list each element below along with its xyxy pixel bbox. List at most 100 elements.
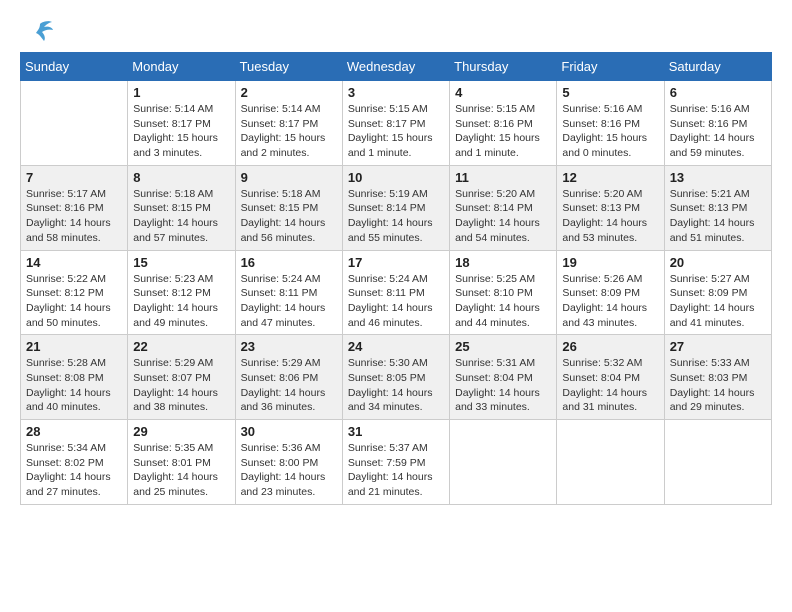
calendar-cell: 12Sunrise: 5:20 AM Sunset: 8:13 PM Dayli… [557, 165, 664, 250]
calendar-cell: 23Sunrise: 5:29 AM Sunset: 8:06 PM Dayli… [235, 335, 342, 420]
calendar-table: SundayMondayTuesdayWednesdayThursdayFrid… [20, 52, 772, 505]
calendar-cell: 17 Sunrise: 5:24 AM Sunset: 8:11 PM Dayli… [342, 250, 449, 335]
calendar-cell: 30Sunrise: 5:36 AM Sunset: 8:00 PM Dayli… [235, 420, 342, 505]
calendar-cell: 24 Sunrise: 5:30 AM Sunset: 8:05 PM Dayli… [342, 335, 449, 420]
day-number: 20 [670, 255, 766, 270]
day-number: 14 [26, 255, 122, 270]
logo-bird-icon [26, 20, 54, 42]
calendar-cell: 8 Sunrise: 5:18 AM Sunset: 8:15 PM Daylig… [128, 165, 235, 250]
day-info: Sunrise: 5:18 AM Sunset: 8:15 PM Dayligh… [133, 187, 229, 246]
calendar-cell: 19 Sunrise: 5:26 AM Sunset: 8:09 PM Dayli… [557, 250, 664, 335]
day-number: 7 [26, 170, 122, 185]
calendar-week-3: 14 Sunrise: 5:22 AM Sunset: 8:12 PM Dayli… [21, 250, 772, 335]
day-info: Sunrise: 5:16 AM Sunset: 8:16 PM Dayligh… [670, 102, 766, 161]
calendar-cell: 11 Sunrise: 5:20 AM Sunset: 8:14 PM Dayli… [450, 165, 557, 250]
calendar-cell [21, 81, 128, 166]
calendar-header-row: SundayMondayTuesdayWednesdayThursdayFrid… [21, 53, 772, 81]
logo [20, 20, 54, 42]
day-number: 2 [241, 85, 337, 100]
day-number: 10 [348, 170, 444, 185]
day-number: 24 [348, 339, 444, 354]
day-number: 19 [562, 255, 658, 270]
weekday-header-friday: Friday [557, 53, 664, 81]
day-number: 11 [455, 170, 551, 185]
weekday-header-thursday: Thursday [450, 53, 557, 81]
day-info: Sunrise: 5:37 AM Sunset: 7:59 PM Dayligh… [348, 441, 444, 500]
calendar-cell: 9Sunrise: 5:18 AM Sunset: 8:15 PM Daylig… [235, 165, 342, 250]
day-number: 13 [670, 170, 766, 185]
day-info: Sunrise: 5:24 AM Sunset: 8:11 PM Dayligh… [241, 272, 337, 331]
calendar-week-1: 1 Sunrise: 5:14 AM Sunset: 8:17 PM Daylig… [21, 81, 772, 166]
calendar-cell: 18Sunrise: 5:25 AM Sunset: 8:10 PM Dayli… [450, 250, 557, 335]
day-number: 4 [455, 85, 551, 100]
day-info: Sunrise: 5:33 AM Sunset: 8:03 PM Dayligh… [670, 356, 766, 415]
day-info: Sunrise: 5:14 AM Sunset: 8:17 PM Dayligh… [241, 102, 337, 161]
calendar-cell: 13 Sunrise: 5:21 AM Sunset: 8:13 PM Dayli… [664, 165, 771, 250]
calendar-cell: 14 Sunrise: 5:22 AM Sunset: 8:12 PM Dayli… [21, 250, 128, 335]
day-info: Sunrise: 5:32 AM Sunset: 8:04 PM Dayligh… [562, 356, 658, 415]
day-info: Sunrise: 5:31 AM Sunset: 8:04 PM Dayligh… [455, 356, 551, 415]
day-info: Sunrise: 5:26 AM Sunset: 8:09 PM Dayligh… [562, 272, 658, 331]
weekday-header-monday: Monday [128, 53, 235, 81]
day-number: 29 [133, 424, 229, 439]
calendar-cell [557, 420, 664, 505]
calendar-cell: 21 Sunrise: 5:28 AM Sunset: 8:08 PM Dayli… [21, 335, 128, 420]
calendar-week-4: 21 Sunrise: 5:28 AM Sunset: 8:08 PM Dayli… [21, 335, 772, 420]
calendar-cell: 10Sunrise: 5:19 AM Sunset: 8:14 PM Dayli… [342, 165, 449, 250]
day-info: Sunrise: 5:29 AM Sunset: 8:07 PM Dayligh… [133, 356, 229, 415]
calendar-cell: 27 Sunrise: 5:33 AM Sunset: 8:03 PM Dayli… [664, 335, 771, 420]
day-number: 16 [241, 255, 337, 270]
day-number: 3 [348, 85, 444, 100]
calendar-cell: 20 Sunrise: 5:27 AM Sunset: 8:09 PM Dayli… [664, 250, 771, 335]
day-number: 5 [562, 85, 658, 100]
calendar-cell: 31Sunrise: 5:37 AM Sunset: 7:59 PM Dayli… [342, 420, 449, 505]
calendar-cell [450, 420, 557, 505]
day-number: 27 [670, 339, 766, 354]
day-number: 23 [241, 339, 337, 354]
page-header [20, 20, 772, 42]
day-info: Sunrise: 5:21 AM Sunset: 8:13 PM Dayligh… [670, 187, 766, 246]
day-info: Sunrise: 5:14 AM Sunset: 8:17 PM Dayligh… [133, 102, 229, 161]
calendar-week-5: 28 Sunrise: 5:34 AM Sunset: 8:02 PM Dayli… [21, 420, 772, 505]
day-info: Sunrise: 5:27 AM Sunset: 8:09 PM Dayligh… [670, 272, 766, 331]
calendar-cell [664, 420, 771, 505]
day-info: Sunrise: 5:17 AM Sunset: 8:16 PM Dayligh… [26, 187, 122, 246]
day-number: 21 [26, 339, 122, 354]
day-number: 8 [133, 170, 229, 185]
calendar-cell: 16 Sunrise: 5:24 AM Sunset: 8:11 PM Dayli… [235, 250, 342, 335]
weekday-header-wednesday: Wednesday [342, 53, 449, 81]
day-info: Sunrise: 5:15 AM Sunset: 8:16 PM Dayligh… [455, 102, 551, 161]
day-number: 30 [241, 424, 337, 439]
day-number: 25 [455, 339, 551, 354]
day-info: Sunrise: 5:15 AM Sunset: 8:17 PM Dayligh… [348, 102, 444, 161]
day-number: 1 [133, 85, 229, 100]
calendar-cell: 3 Sunrise: 5:15 AM Sunset: 8:17 PM Daylig… [342, 81, 449, 166]
day-info: Sunrise: 5:25 AM Sunset: 8:10 PM Dayligh… [455, 272, 551, 331]
day-number: 26 [562, 339, 658, 354]
day-info: Sunrise: 5:20 AM Sunset: 8:14 PM Dayligh… [455, 187, 551, 246]
calendar-cell: 2 Sunrise: 5:14 AM Sunset: 8:17 PM Daylig… [235, 81, 342, 166]
calendar-cell: 1 Sunrise: 5:14 AM Sunset: 8:17 PM Daylig… [128, 81, 235, 166]
calendar-cell: 22Sunrise: 5:29 AM Sunset: 8:07 PM Dayli… [128, 335, 235, 420]
weekday-header-tuesday: Tuesday [235, 53, 342, 81]
day-number: 6 [670, 85, 766, 100]
day-info: Sunrise: 5:23 AM Sunset: 8:12 PM Dayligh… [133, 272, 229, 331]
day-info: Sunrise: 5:16 AM Sunset: 8:16 PM Dayligh… [562, 102, 658, 161]
calendar-cell: 7 Sunrise: 5:17 AM Sunset: 8:16 PM Daylig… [21, 165, 128, 250]
day-info: Sunrise: 5:30 AM Sunset: 8:05 PM Dayligh… [348, 356, 444, 415]
calendar-week-2: 7 Sunrise: 5:17 AM Sunset: 8:16 PM Daylig… [21, 165, 772, 250]
calendar-cell: 28 Sunrise: 5:34 AM Sunset: 8:02 PM Dayli… [21, 420, 128, 505]
day-info: Sunrise: 5:22 AM Sunset: 8:12 PM Dayligh… [26, 272, 122, 331]
day-number: 17 [348, 255, 444, 270]
day-info: Sunrise: 5:28 AM Sunset: 8:08 PM Dayligh… [26, 356, 122, 415]
day-number: 15 [133, 255, 229, 270]
day-number: 28 [26, 424, 122, 439]
day-info: Sunrise: 5:34 AM Sunset: 8:02 PM Dayligh… [26, 441, 122, 500]
day-info: Sunrise: 5:24 AM Sunset: 8:11 PM Dayligh… [348, 272, 444, 331]
weekday-header-saturday: Saturday [664, 53, 771, 81]
weekday-header-sunday: Sunday [21, 53, 128, 81]
calendar-cell: 29Sunrise: 5:35 AM Sunset: 8:01 PM Dayli… [128, 420, 235, 505]
calendar-cell: 4 Sunrise: 5:15 AM Sunset: 8:16 PM Daylig… [450, 81, 557, 166]
calendar-cell: 5 Sunrise: 5:16 AM Sunset: 8:16 PM Daylig… [557, 81, 664, 166]
day-info: Sunrise: 5:20 AM Sunset: 8:13 PM Dayligh… [562, 187, 658, 246]
